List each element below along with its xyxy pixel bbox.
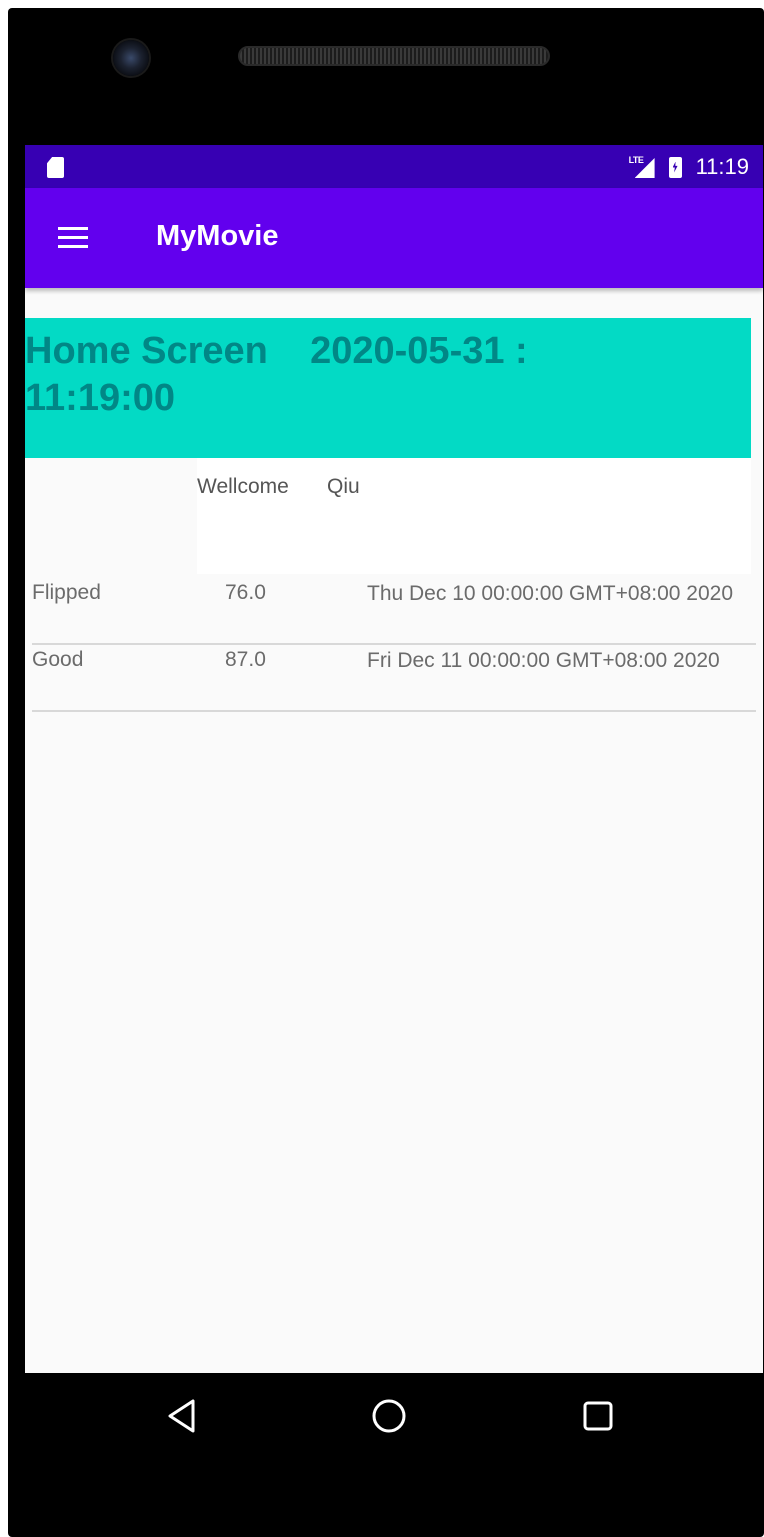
app-title: MyMovie xyxy=(156,220,279,252)
welcome-user-name: Qiu xyxy=(327,475,360,498)
movie-name: Flipped xyxy=(32,581,101,604)
welcome-box: Wellcome Qiu xyxy=(197,458,751,574)
movie-list: Flipped 76.0 Thu Dec 10 00:00:00 GMT+08:… xyxy=(32,578,756,712)
list-item[interactable]: Good 87.0 Fri Dec 11 00:00:00 GMT+08:00 … xyxy=(32,645,756,712)
phone-frame: LTE 11:19 MyMovie Home Screen 2020-05-31… xyxy=(8,8,764,1537)
movie-name: Good xyxy=(32,648,84,671)
movie-score: 76.0 xyxy=(225,581,266,604)
welcome-greeting: Wellcome xyxy=(197,475,289,498)
system-navigation-bar xyxy=(8,1373,764,1463)
movie-date: Thu Dec 10 00:00:00 GMT+08:00 2020 xyxy=(367,582,733,605)
list-item[interactable]: Flipped 76.0 Thu Dec 10 00:00:00 GMT+08:… xyxy=(32,578,756,645)
home-screen-banner: Home Screen 2020-05-31 : 11:19:00 xyxy=(25,318,751,458)
earpiece-speaker xyxy=(238,46,550,66)
status-bar: LTE 11:19 xyxy=(25,145,763,188)
status-time: 11:19 xyxy=(695,154,749,179)
hamburger-menu-icon[interactable] xyxy=(58,227,88,249)
network-type-label: LTE xyxy=(628,155,644,165)
movie-score: 87.0 xyxy=(225,648,266,671)
movie-date: Fri Dec 11 00:00:00 GMT+08:00 2020 xyxy=(367,649,720,672)
battery-charging-icon xyxy=(668,156,682,178)
banner-title: Home Screen 2020-05-31 : 11:19:00 xyxy=(25,330,528,419)
lte-signal-icon: LTE xyxy=(628,155,655,178)
recents-square-icon[interactable] xyxy=(582,1400,614,1432)
home-circle-icon[interactable] xyxy=(371,1398,407,1434)
sd-card-icon xyxy=(47,157,64,178)
back-triangle-icon[interactable] xyxy=(165,1398,201,1434)
status-indicators: LTE 11:19 xyxy=(629,153,749,181)
device-screen: LTE 11:19 MyMovie Home Screen 2020-05-31… xyxy=(25,145,763,1373)
app-toolbar: MyMovie xyxy=(25,188,763,288)
front-camera xyxy=(113,40,149,76)
